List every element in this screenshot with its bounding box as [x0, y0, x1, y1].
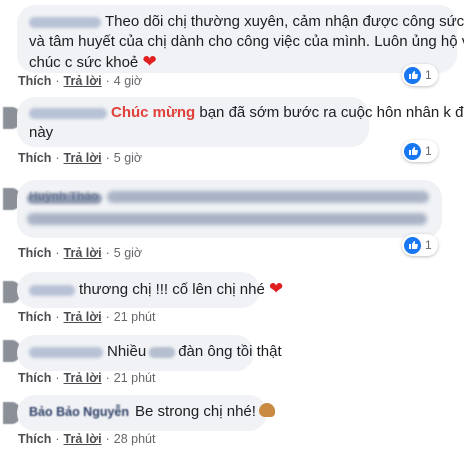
flexed-biceps-emoji-icon	[258, 403, 275, 417]
heart-emoji-icon: ❤	[269, 279, 284, 298]
comment-actions: Thích · Trả lời · 21 phút	[18, 371, 156, 385]
reaction-count: 1	[425, 238, 432, 252]
comment-actions: Thích · Trả lời · 28 phút	[18, 432, 156, 446]
like-button[interactable]: Thích	[18, 310, 51, 324]
comment-bubble: Nhiều đàn ông tồi thật	[17, 335, 282, 371]
comment-actions: Thích · Trả lời · 4 giờ	[18, 74, 143, 88]
heart-emoji-icon: ❤	[142, 52, 157, 71]
reply-button[interactable]: Trả lời	[64, 432, 102, 446]
comment-actions: Thích · Trả lời · 5 giờ	[18, 246, 143, 260]
like-button[interactable]: Thích	[18, 74, 51, 88]
comment-bubble: thương chị !!! cố lên chị nhé ❤	[17, 272, 283, 308]
comment-text-part-1: Nhiều	[107, 343, 147, 360]
comment-timestamp[interactable]: 21 phút	[114, 310, 156, 324]
blurred-comment-text	[107, 191, 429, 203]
comment-timestamp[interactable]: 28 phút	[114, 432, 156, 446]
blurred-author-name	[29, 284, 75, 296]
comment-text-line-2: và tâm huyết của chị dành cho công việc …	[29, 33, 464, 50]
comment-timestamp[interactable]: 21 phút	[114, 371, 156, 385]
author-name-fragment: Bảo Bảo Nguyễn	[29, 405, 130, 419]
comment-bubble: Huỳnh Thảo	[17, 180, 442, 238]
comment-bubble: Bảo Bảo Nguyễn Be strong chị nhé!	[17, 395, 275, 431]
like-button[interactable]: Thích	[18, 432, 51, 446]
author-name-fragment: Huỳnh Thảo	[29, 189, 99, 203]
like-button[interactable]: Thích	[18, 246, 51, 260]
comment-timestamp[interactable]: 5 giờ	[114, 151, 142, 165]
like-button[interactable]: Thích	[18, 151, 51, 165]
reaction-count: 1	[425, 68, 432, 82]
reply-button[interactable]: Trả lời	[64, 74, 102, 88]
reaction-count: 1	[425, 144, 432, 158]
comment-timestamp[interactable]: 5 giờ	[114, 246, 142, 260]
reply-button[interactable]: Trả lời	[64, 310, 102, 324]
comment-bubble: Chúc mừng bạn đã sớm bước ra cuộc hôn nh…	[17, 97, 464, 147]
blurred-author-name	[29, 346, 103, 358]
comment-text-part-2: đàn ông tồi thật	[178, 343, 282, 360]
blurred-author-name	[29, 107, 107, 119]
comment-text-line-3: chúc c sức khoẻ	[29, 54, 139, 71]
like-reaction-icon	[404, 236, 421, 254]
reaction-badge[interactable]: 1	[402, 64, 438, 86]
comment-text-line-1: Theo dõi chị thường xuyên, cảm nhận được…	[105, 13, 464, 30]
like-reaction-icon	[404, 66, 421, 84]
comment-text-line-2: này	[29, 124, 54, 141]
reply-button[interactable]: Trả lời	[64, 151, 102, 165]
reaction-badge[interactable]: 1	[402, 140, 438, 162]
reply-button[interactable]: Trả lời	[64, 246, 102, 260]
comment-bubble: Theo dõi chị thường xuyên, cảm nhận được…	[17, 5, 464, 73]
reply-button[interactable]: Trả lời	[64, 371, 102, 385]
like-reaction-icon	[404, 142, 421, 160]
comment-actions: Thích · Trả lời · 21 phút	[18, 310, 156, 324]
comment-text: Be strong chị nhé!	[135, 403, 256, 420]
blurred-author-name	[29, 16, 101, 28]
highlighted-text: Chúc mừng	[111, 104, 196, 121]
like-button[interactable]: Thích	[18, 371, 51, 385]
comment-text: thương chị !!! cố lên chị nhé	[79, 281, 265, 298]
comment-actions: Thích · Trả lời · 5 giờ	[18, 151, 143, 165]
blurred-word	[149, 346, 176, 358]
comment-timestamp[interactable]: 4 giờ	[114, 74, 142, 88]
reaction-badge[interactable]: 1	[402, 234, 438, 256]
comment-text-line-1: bạn đã sớm bước ra cuộc hôn nhân k đẹp	[199, 104, 464, 121]
blurred-comment-text	[27, 213, 427, 225]
